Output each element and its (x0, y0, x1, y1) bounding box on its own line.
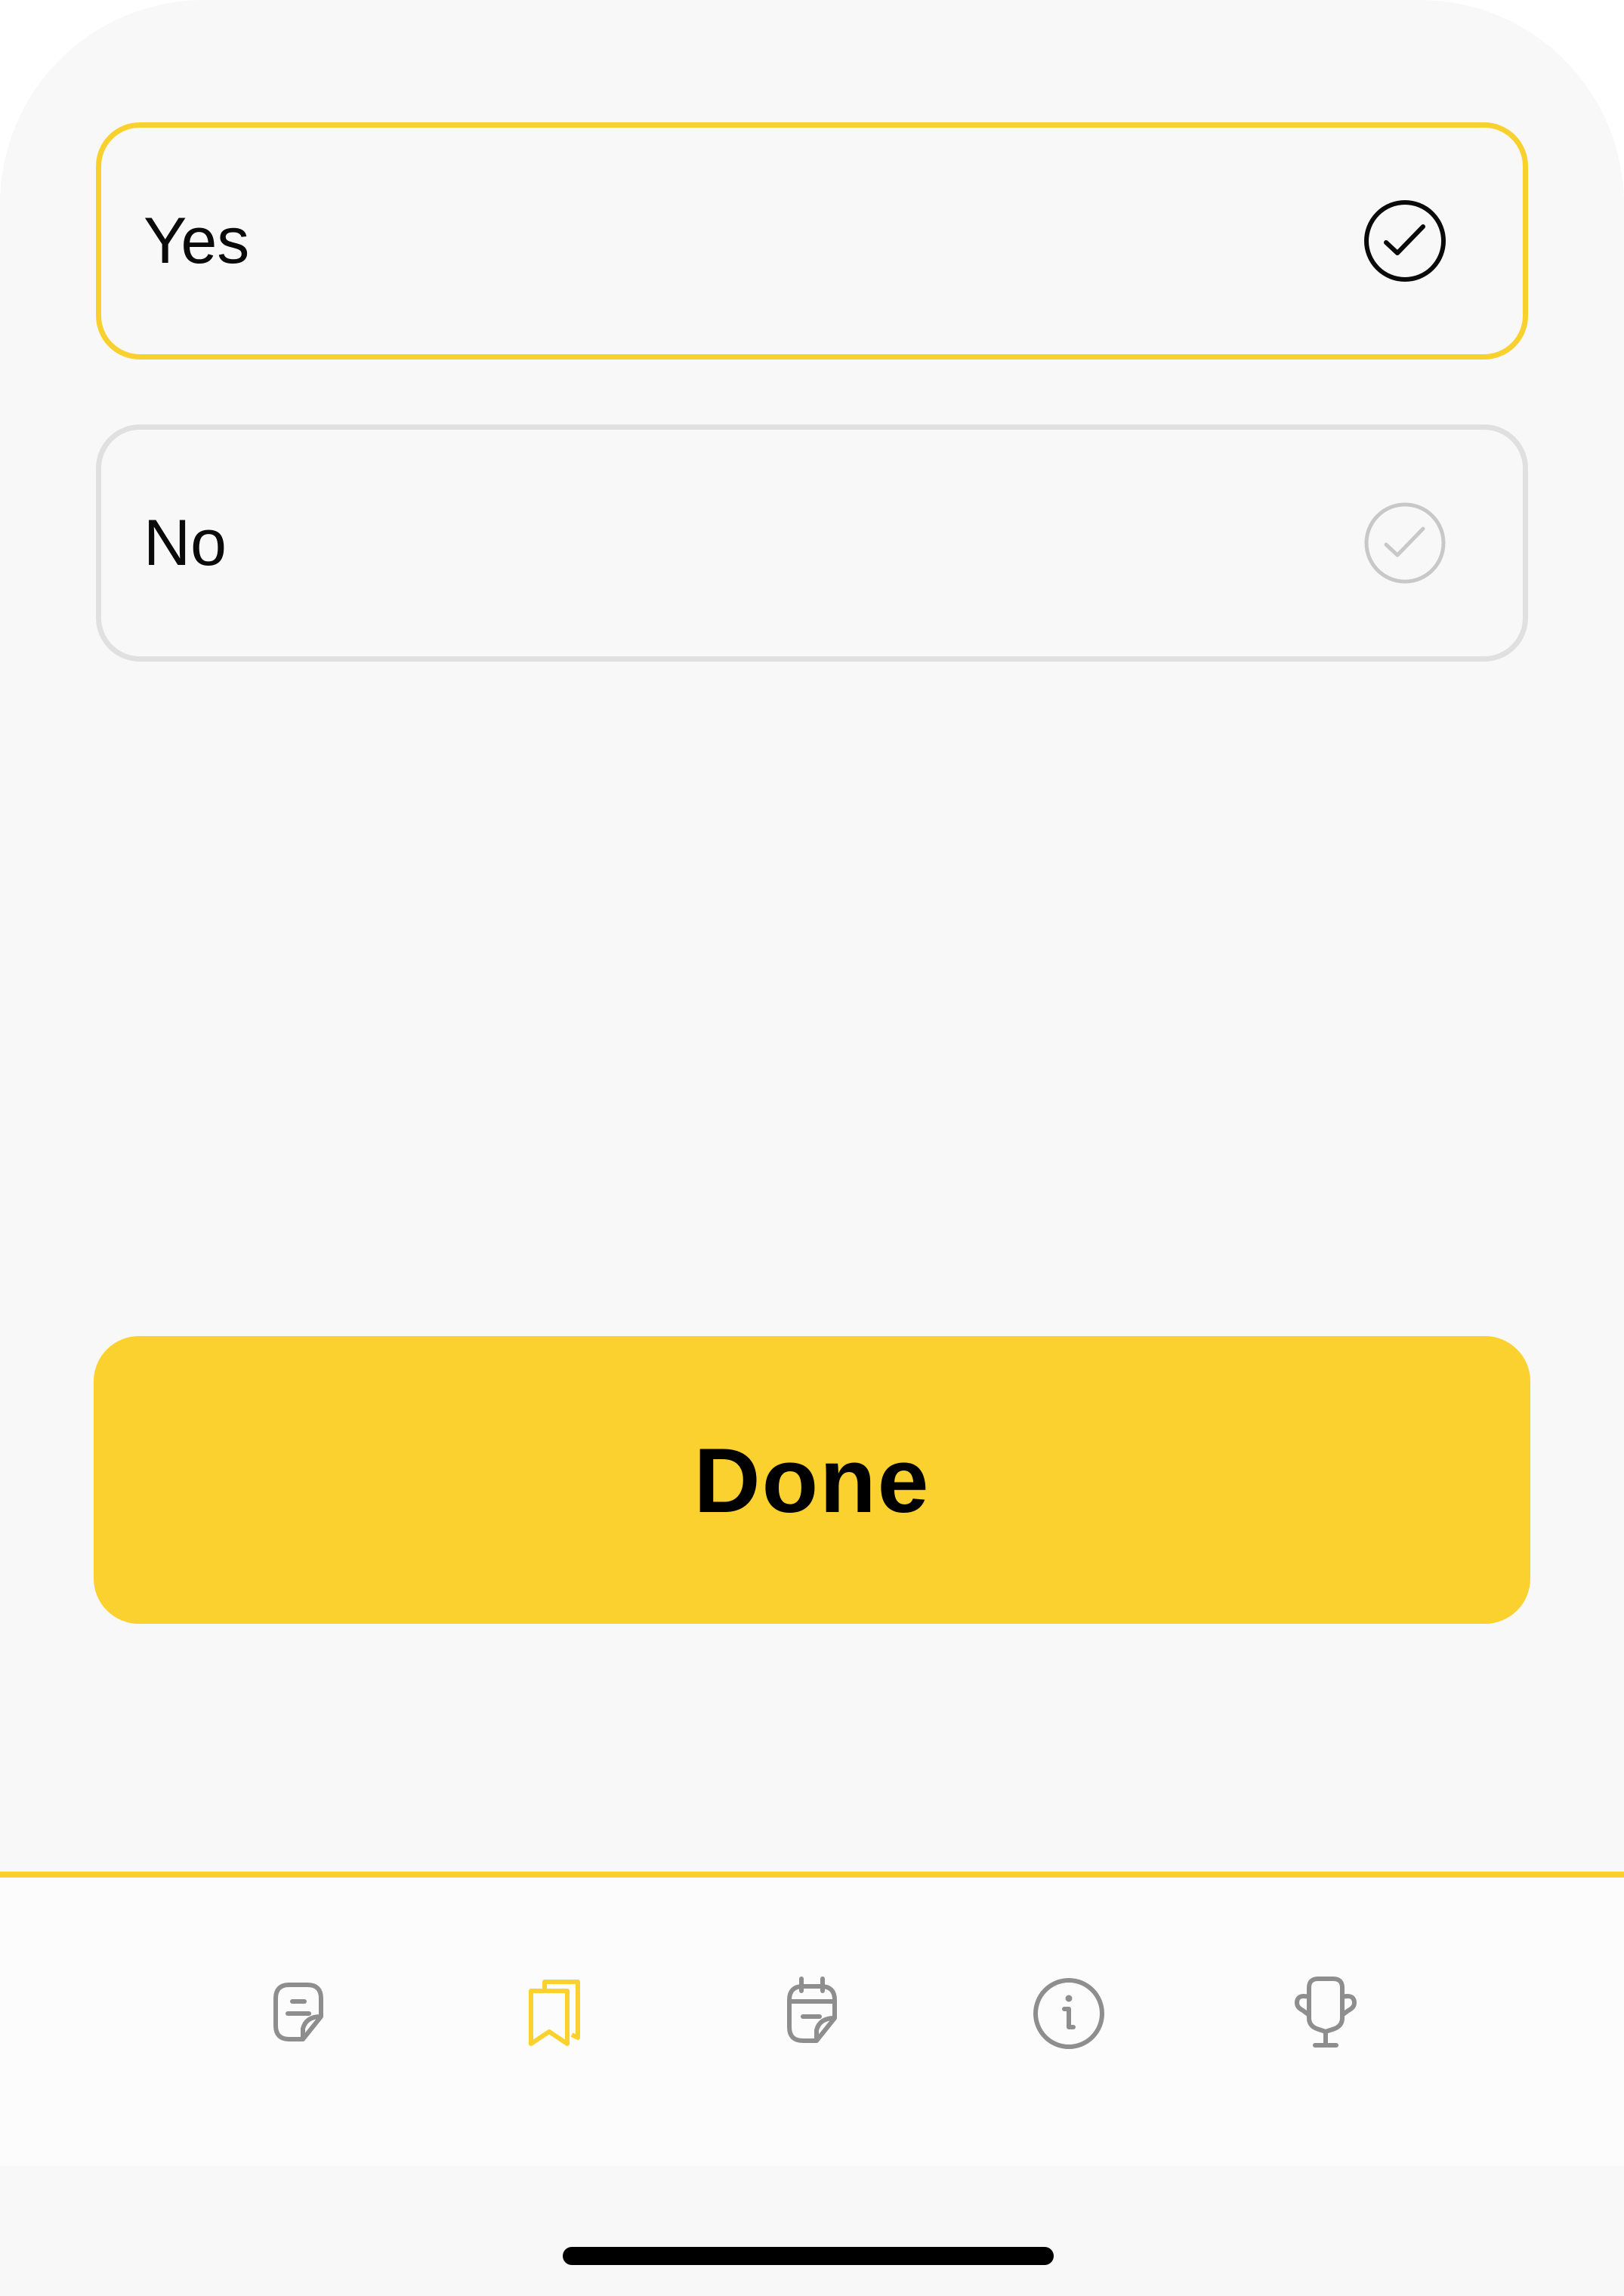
option-yes-label: Yes (144, 204, 250, 277)
check-circle-icon (1363, 199, 1447, 283)
tab-info[interactable] (1023, 1968, 1114, 2059)
home-indicator[interactable] (563, 2247, 1054, 2265)
tab-calendar[interactable] (767, 1968, 857, 2059)
option-no[interactable]: No (96, 424, 1528, 662)
info-circle-icon (1033, 1978, 1104, 2049)
bookmarks-icon (529, 1980, 580, 2046)
done-button-label: Done (693, 1428, 931, 1532)
option-no-label: No (144, 506, 227, 579)
bottom-tab-bar (0, 1872, 1624, 2166)
home-indicator-area (0, 2166, 1624, 2296)
tab-bookmarks[interactable] (510, 1968, 601, 2059)
options-sheet: Yes No Done (0, 0, 1624, 1873)
done-button[interactable]: Done (94, 1336, 1530, 1624)
option-yes[interactable]: Yes (96, 122, 1528, 360)
note-icon (273, 1983, 323, 2041)
tab-achievements[interactable] (1280, 1968, 1371, 2059)
check-circle-icon (1363, 501, 1447, 585)
trophy-icon (1295, 1977, 1357, 2048)
tab-notes[interactable] (253, 1968, 344, 2059)
calendar-note-icon (787, 1977, 837, 2043)
